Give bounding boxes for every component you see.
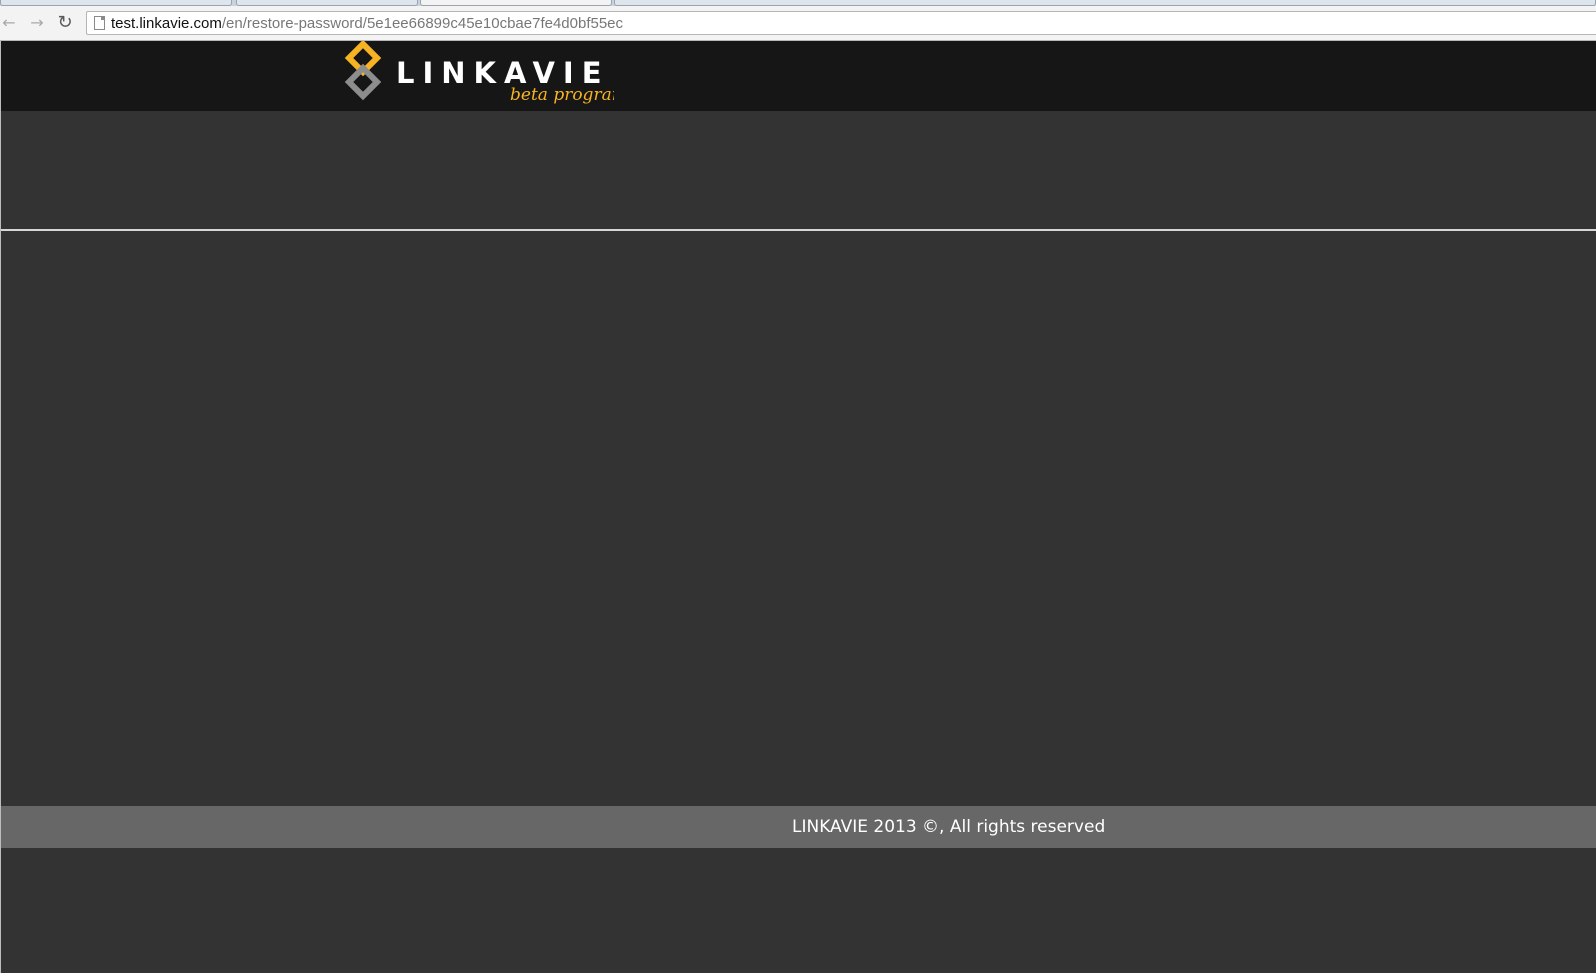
page-bottom: [0, 848, 1596, 973]
logo-tagline: beta program: [510, 85, 614, 105]
back-button[interactable]: ←: [0, 14, 18, 32]
reload-icon: ↻: [57, 12, 73, 33]
page-icon: [94, 16, 105, 30]
browser-toolbar: ← → ↻ test.linkavie.com/en/restore-passw…: [0, 6, 1596, 41]
banner-band: [0, 111, 1596, 230]
url-text[interactable]: test.linkavie.com/en/restore-password/5e…: [111, 15, 623, 32]
diamond-mark-icon: [344, 41, 382, 101]
logo-graphic: LINKAVIE beta program: [344, 41, 614, 105]
linkavie-logo[interactable]: LINKAVIE beta program: [344, 41, 614, 111]
main-content: [0, 231, 1596, 806]
footer-copyright: LINKAVIE 2013 ©, All rights reserved: [792, 817, 1106, 837]
url-host: test.linkavie.com: [111, 15, 222, 32]
reload-button[interactable]: ↻: [56, 14, 74, 32]
forward-button[interactable]: →: [28, 14, 46, 32]
address-bar[interactable]: test.linkavie.com/en/restore-password/5e…: [86, 11, 1596, 35]
site-footer: LINKAVIE 2013 ©, All rights reserved: [0, 806, 1596, 848]
url-path: /en/restore-password/5e1ee66899c45e10cba…: [221, 15, 624, 32]
site-header: LINKAVIE beta program: [0, 41, 1596, 111]
arrow-left-icon: ←: [2, 13, 16, 32]
arrow-right-icon: →: [30, 13, 44, 32]
window-left-edge: [0, 41, 1, 973]
